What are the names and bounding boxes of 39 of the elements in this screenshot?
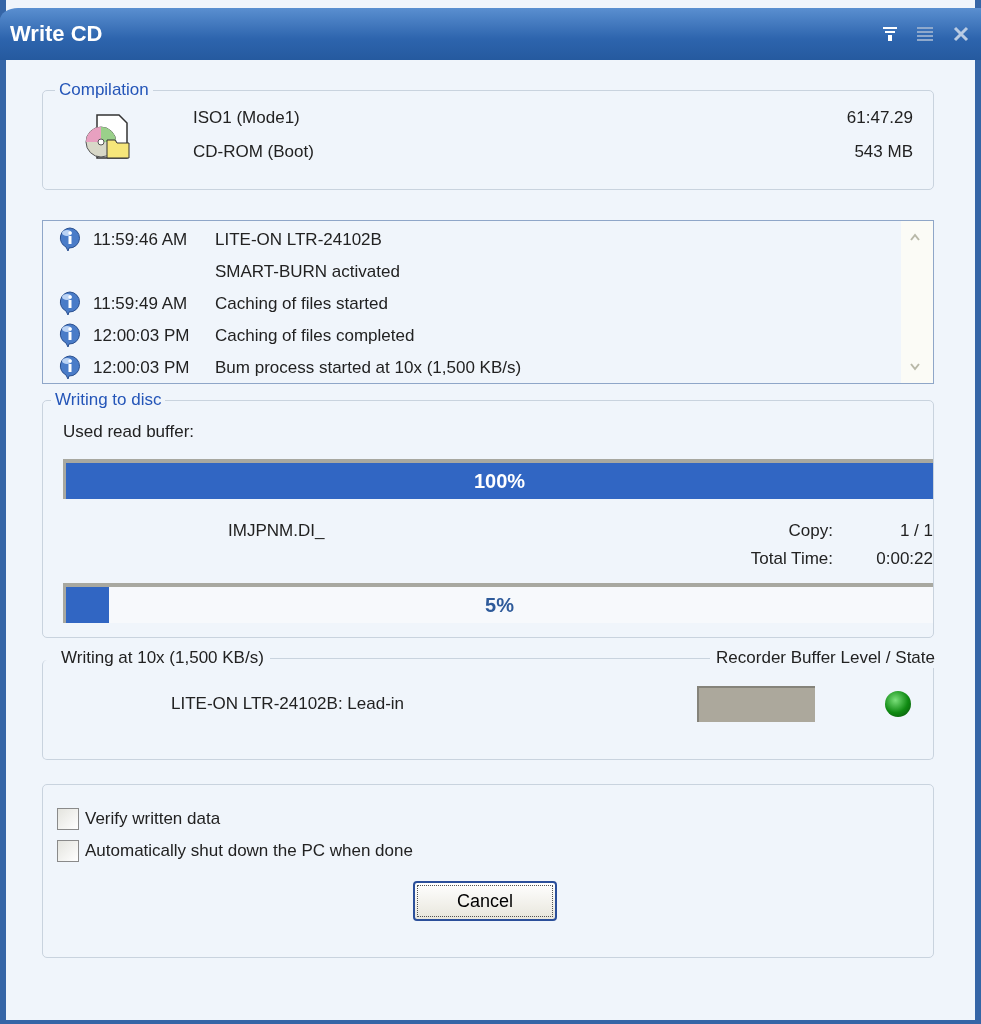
time-value: 0:00:22 — [875, 549, 933, 569]
info-icon — [59, 291, 81, 315]
info-icon — [59, 355, 81, 379]
info-icon — [59, 323, 81, 347]
window-title: Write CD — [10, 21, 103, 47]
log-time: 11:59:46 AM — [93, 229, 189, 251]
close-icon[interactable] — [953, 26, 969, 42]
progress-percent: 100% — [473, 469, 526, 493]
disc-type: CD-ROM (Boot) — [193, 142, 315, 162]
progress-percent: 5% — [485, 593, 514, 617]
cancel-button[interactable]: Cancel — [413, 881, 557, 921]
file-name: IMJPNM.DI_ — [227, 521, 326, 541]
log-message: Bum process started at 10x (1,500 KB/s) — [215, 357, 522, 379]
log-time: 12:00:03 PM — [93, 325, 191, 347]
log-message: Caching of files completed — [215, 325, 415, 347]
checkbox-label[interactable]: Automatically shut down the PC when done — [85, 841, 413, 861]
info-icon — [59, 227, 81, 251]
copy-value: 1 / 1 — [898, 521, 933, 541]
checkbox-label[interactable]: Verify written data — [85, 809, 221, 829]
compilation-name: ISO1 (Mode1) — [193, 108, 301, 128]
log-message: LITE-ON LTR-24102B — [215, 229, 383, 251]
menu-icon[interactable] — [917, 26, 933, 42]
scroll-bar[interactable] — [901, 221, 933, 383]
log-message: SMART-BURN activated — [215, 261, 400, 283]
buffer-label: Used read buffer: — [63, 422, 196, 442]
group-title: Writing to disc — [54, 390, 163, 410]
log-time: 12:00:03 PM — [93, 357, 191, 379]
group-title: Compilation — [58, 80, 150, 100]
checkbox[interactable] — [57, 808, 79, 830]
size-value: 543 MB — [854, 142, 913, 162]
time-label: Total Time: — [749, 549, 834, 569]
copy-label: Copy: — [787, 521, 834, 541]
log-message: Caching of files started — [215, 293, 388, 315]
checkbox[interactable] — [57, 840, 79, 862]
disc-folder-icon — [83, 112, 133, 162]
filter-icon[interactable] — [883, 26, 897, 42]
duration-value: 61:47.29 — [846, 108, 913, 128]
recorder-status: LITE-ON LTR-24102B: Lead-in — [170, 694, 406, 714]
log-time: 11:59:49 AM — [93, 293, 189, 315]
